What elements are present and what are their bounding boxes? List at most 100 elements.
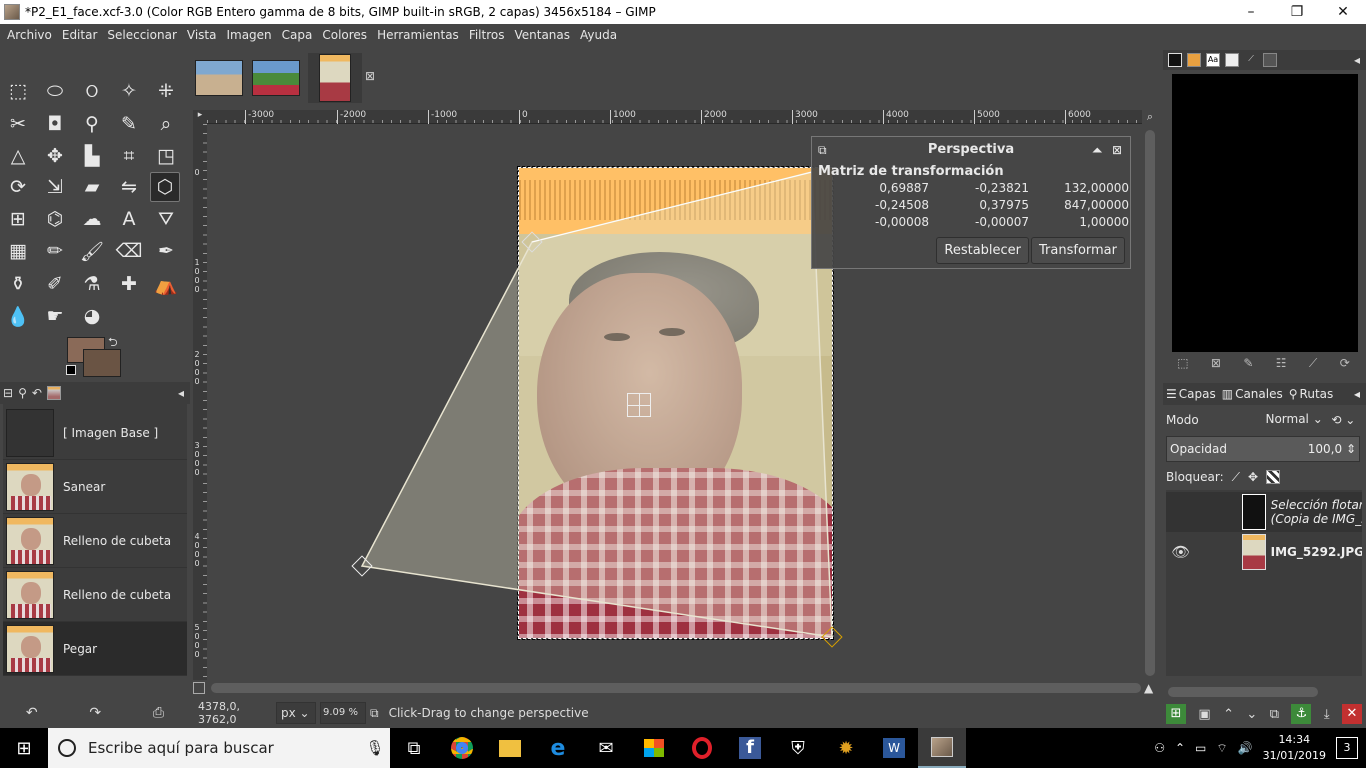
clone-icon[interactable]: ⚗ (77, 269, 107, 299)
perspective-icon[interactable]: ⬡ (150, 172, 180, 202)
dock-menu-icon[interactable]: ◂ (1354, 387, 1360, 401)
undo-history-tab-icon[interactable]: ↶ (32, 386, 42, 400)
move-icon[interactable]: ✥ (40, 141, 70, 171)
chrome-icon[interactable] (438, 728, 486, 768)
ruler-corner-icon[interactable]: ▸ (193, 110, 207, 124)
vertical-ruler[interactable]: 0 1 0 0 0 2 0 0 0 3 0 0 0 4 0 0 0 5 0 0 … (193, 124, 207, 680)
cage-transform-icon[interactable]: ⌬ (40, 204, 70, 234)
scissors-icon[interactable]: ✂ (3, 109, 33, 139)
people-icon[interactable]: ⚇ (1154, 741, 1165, 755)
dock-menu-icon[interactable]: ◂ (178, 386, 184, 400)
edge-icon[interactable]: e (534, 728, 582, 768)
menu-filtros[interactable]: Filtros (464, 24, 510, 47)
history-item[interactable]: [ Imagen Base ] (3, 406, 187, 460)
battery-icon[interactable]: ▭ (1195, 741, 1206, 755)
lock-position-icon[interactable]: ✥ (1248, 470, 1258, 484)
tab-paths[interactable]: ⚲ Rutas (1289, 387, 1334, 401)
image-tab-2[interactable] (249, 53, 303, 103)
patterns-tab-icon[interactable] (1187, 53, 1201, 67)
lock-alpha-icon[interactable] (1266, 470, 1281, 484)
fonts-tab-icon[interactable]: Aa (1206, 53, 1220, 67)
grid-tab-icon[interactable] (1263, 53, 1277, 67)
tool-options-tab-icon[interactable]: ⊟ (3, 386, 13, 400)
volume-icon[interactable]: 🔊 (1238, 741, 1253, 755)
new-layer-icon[interactable]: ⊞ (1166, 704, 1186, 724)
gradient-icon[interactable]: ▦ (3, 236, 33, 266)
zoom-icon[interactable]: ⌕ (151, 109, 181, 139)
corner-handle-bottom-left[interactable] (351, 555, 373, 577)
perspective-center-handle[interactable] (627, 393, 651, 417)
image-tab-3-active[interactable] (308, 53, 362, 103)
handle-transform-icon[interactable]: ⊞ (3, 204, 33, 234)
layers-scrollbar[interactable] (1168, 687, 1318, 697)
menu-ayuda[interactable]: Ayuda (575, 24, 622, 47)
gimp-task-icon[interactable] (918, 728, 966, 768)
menu-seleccionar[interactable]: Seleccionar (102, 24, 181, 47)
history-item[interactable]: Relleno de cubeta (3, 514, 187, 568)
mypaint-brush-icon[interactable]: ✐ (40, 269, 70, 299)
mail-icon[interactable]: ✉ (582, 728, 630, 768)
transform-button[interactable]: Transformar (1031, 237, 1125, 264)
pencil-icon[interactable]: ✏ (40, 236, 70, 266)
app-icon[interactable]: ✹ (822, 728, 870, 768)
delete-layer-icon[interactable]: ✕ (1342, 704, 1362, 724)
fuzzy-select-icon[interactable]: ✧ (114, 76, 144, 106)
eraser-icon[interactable]: ⌫ (114, 236, 144, 266)
new-group-icon[interactable]: ▣ (1198, 707, 1210, 722)
security-icon[interactable]: ⛨ (774, 728, 822, 768)
paintbrush-icon[interactable]: 🖌 (77, 236, 107, 266)
foreground-select-icon[interactable]: ◘ (40, 109, 70, 139)
unit-select[interactable]: px ⌄ (276, 702, 316, 724)
horizontal-ruler[interactable]: -3000 -2000 -1000 0 1000 2000 3000 4000 … (207, 110, 1142, 124)
menu-vista[interactable]: Vista (182, 24, 222, 47)
clock[interactable]: 14:34 31/01/2019 (1263, 732, 1326, 764)
merge-layer-icon[interactable]: ⤓ (1324, 707, 1330, 722)
free-select-icon[interactable]: ଠ (77, 76, 107, 106)
warp-transform-icon[interactable]: ☁ (77, 204, 107, 234)
history-item[interactable]: Relleno de cubeta (3, 568, 187, 622)
lower-layer-icon[interactable]: ⌄ (1246, 707, 1257, 722)
color-picker-icon[interactable]: ✎ (114, 109, 144, 139)
align-icon[interactable]: ▙ (77, 141, 107, 171)
redo-icon[interactable]: ↷ (89, 705, 101, 721)
eye-icon[interactable]: 👁 (1166, 543, 1196, 561)
start-button[interactable]: ⊞ (0, 728, 48, 768)
flip-icon[interactable]: ⇋ (114, 172, 144, 202)
undo-icon[interactable]: ↶ (26, 705, 38, 721)
mode-select[interactable]: Normal ⌄ (1251, 409, 1327, 431)
image-tab-1[interactable] (192, 53, 246, 103)
close-tab-icon[interactable]: ⊠ (365, 69, 375, 83)
minimize-button[interactable]: – (1228, 0, 1274, 24)
facebook-icon[interactable]: f (726, 728, 774, 768)
dodge-burn-icon[interactable]: ◕ (77, 301, 107, 331)
color-select-icon[interactable]: ⁜ (151, 76, 181, 106)
zoom-select[interactable]: 9.09 % ⌄ (320, 702, 366, 738)
file-explorer-icon[interactable] (486, 728, 534, 768)
maximize-button[interactable]: ❐ (1274, 0, 1320, 24)
history-item[interactable]: Sanear (3, 460, 187, 514)
lock-pixels-icon[interactable]: ⟋ (1232, 470, 1240, 485)
shear-icon[interactable]: ▰ (77, 172, 107, 202)
list-icon[interactable]: ☷ (1276, 356, 1287, 376)
history-item[interactable]: Pegar (3, 622, 187, 676)
rect-select-icon[interactable]: ⬚ (3, 76, 33, 106)
tab-layers[interactable]: ☰ Capas (1166, 387, 1216, 401)
menu-archivo[interactable]: Archivo (2, 24, 57, 47)
menu-capa[interactable]: Capa (277, 24, 318, 47)
layer-row-floating[interactable]: Selección flotante (Copia de IMG_5 (1166, 492, 1362, 532)
store-icon[interactable] (630, 728, 678, 768)
ink-icon[interactable]: ⚱ (3, 269, 33, 299)
detach-dialog-icon[interactable]: ⏶ (1092, 137, 1102, 163)
heal-icon[interactable]: ✚ (114, 269, 144, 299)
menu-imagen[interactable]: Imagen (221, 24, 276, 47)
edit-icon[interactable]: ✎ (1243, 356, 1253, 376)
layer-row-image[interactable]: 👁 IMG_5292.JPG (1166, 532, 1362, 572)
navigate-icon[interactable]: ▲ (1144, 681, 1153, 695)
wifi-icon[interactable]: ⌔ (1216, 741, 1227, 756)
opera-icon[interactable] (678, 728, 726, 768)
raise-layer-icon[interactable]: ⌃ (1223, 707, 1234, 722)
task-view-icon[interactable]: ⧉ (390, 728, 438, 768)
perspective-clone-icon[interactable]: ⛺ (151, 269, 181, 299)
swap-colors-icon[interactable]: ⮌ (108, 333, 118, 354)
refresh-icon[interactable]: ⟳ (1340, 356, 1350, 376)
